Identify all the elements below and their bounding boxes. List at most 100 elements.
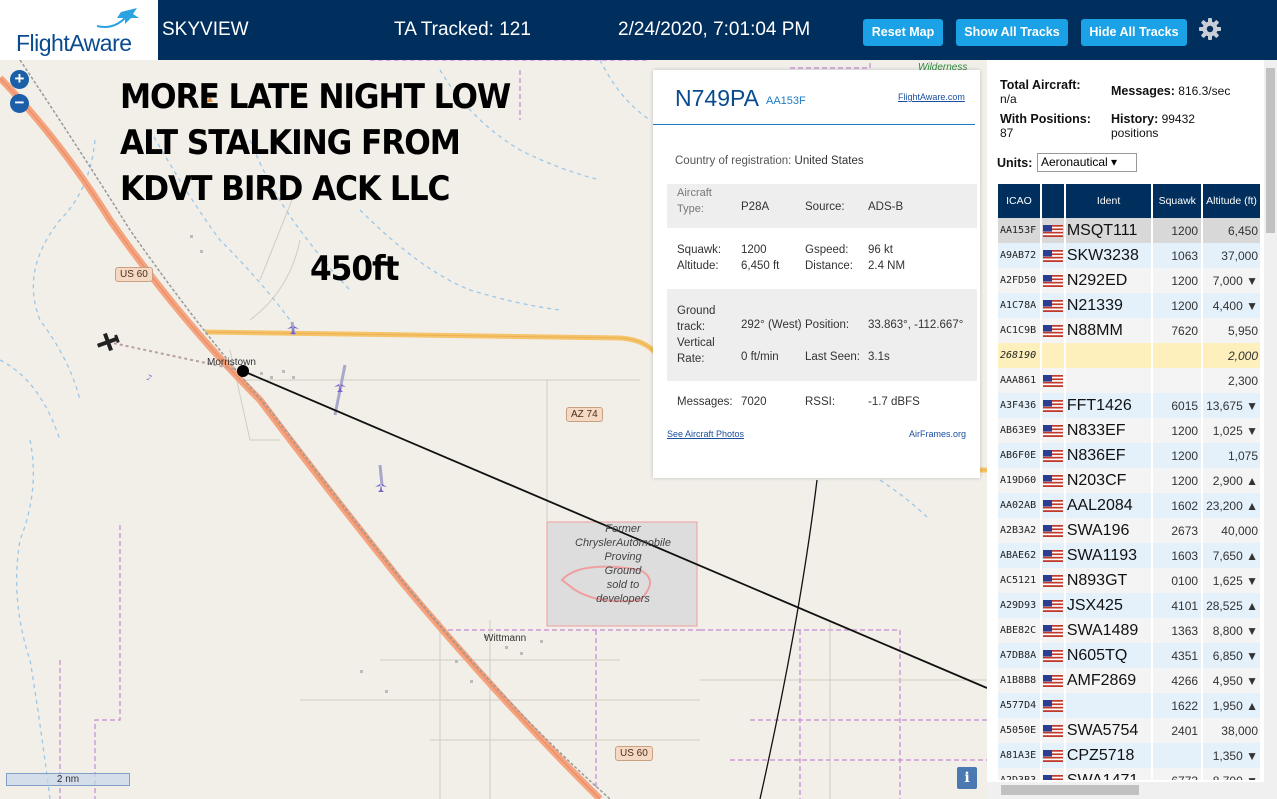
position-label: Position: — [805, 319, 850, 331]
vrate-value: 0 ft/min — [741, 351, 779, 363]
total-aircraft-stat: Total Aircraft: n/a — [1000, 78, 1081, 106]
distance-label: Distance: — [805, 260, 853, 272]
table-row[interactable]: AAA861 2,300 — [998, 368, 1262, 393]
table-row[interactable]: ABE82C SWA1489 1363 8,800 ▼ — [998, 618, 1262, 643]
units-select[interactable]: Aeronautical ▾ — [1037, 153, 1137, 172]
row-icao: A2FD50 — [998, 268, 1042, 293]
aircraft-photos-link[interactable]: See Aircraft Photos — [667, 429, 744, 439]
table-row[interactable]: A2D3B3 SWA147167738,700 ▼ — [998, 768, 1262, 780]
row-ident — [1064, 343, 1154, 368]
table-row[interactable]: AA02AB AAL2084 1602 23,200 ▲ — [998, 493, 1262, 518]
row-flag — [1040, 268, 1066, 293]
col-squawk[interactable]: Squawk — [1152, 184, 1204, 218]
zoom-out-button[interactable]: − — [10, 94, 29, 113]
table-row[interactable]: AB6F0E N836EF 1200 1,075 — [998, 443, 1262, 468]
zoom-in-button[interactable]: + — [10, 70, 29, 89]
table-row[interactable]: A7DB8A N605TQ 4351 6,850 ▼ — [998, 643, 1262, 668]
source-value: ADS-B — [868, 201, 904, 213]
table-row[interactable]: A19D60 N203CF 1200 2,900 ▲ — [998, 468, 1262, 493]
row-squawk: 7620 — [1152, 318, 1204, 343]
top-header: FlightAware SKYVIEW TA Tracked: 121 2/24… — [0, 0, 1277, 60]
col-altitude[interactable]: Altitude (ft) — [1202, 184, 1262, 218]
row-squawk — [1152, 343, 1204, 368]
table-row[interactable]: A2FD50 N292ED 1200 7,000 ▼ — [998, 268, 1262, 293]
row-flag — [1040, 593, 1066, 618]
row-ident: SWA1489 — [1064, 618, 1154, 643]
gear-icon[interactable] — [1198, 17, 1222, 41]
us-flag-icon — [1042, 375, 1063, 388]
row-altitude: 1,950 ▲ — [1202, 693, 1262, 718]
table-row[interactable]: ABAE62 SWA1193 1603 7,650 ▲ — [998, 543, 1262, 568]
annotation-line-3: KDVT BIRD ACK LLC — [120, 169, 451, 209]
flightaware-link[interactable]: FlightAware.com — [898, 92, 965, 102]
table-row[interactable]: AB63E9 N833EF 1200 1,025 ▼ — [998, 418, 1262, 443]
positions-stat: With Positions: 87 — [1000, 112, 1091, 140]
col-ident[interactable]: Ident — [1064, 184, 1154, 218]
table-row[interactable]: A9AB72 SKW3238 1063 37,000 — [998, 243, 1262, 268]
table-row[interactable]: A577D4 1622 1,950 ▲ — [998, 693, 1262, 718]
row-altitude: 8,800 ▼ — [1202, 618, 1262, 643]
row-ident: N21339 — [1064, 293, 1154, 318]
row-ident: MSQT111 — [1064, 218, 1154, 243]
reset-map-button[interactable]: Reset Map — [863, 19, 943, 46]
table-row[interactable]: AC5121 N893GT 0100 1,625 ▼ — [998, 568, 1262, 593]
flightaware-logo[interactable]: FlightAware — [0, 0, 158, 60]
info-button[interactable]: i — [957, 767, 977, 789]
popup-callsign: N749PA — [675, 85, 759, 111]
col-icao[interactable]: ICAO — [998, 184, 1042, 218]
row-ident: AAL2084 — [1064, 493, 1154, 518]
row-squawk — [1152, 743, 1204, 768]
row-flag — [1040, 643, 1066, 668]
row-ident — [1064, 368, 1154, 393]
row-flag — [1040, 318, 1066, 343]
row-icao: A577D4 — [998, 693, 1042, 718]
range-ring — [759, 479, 818, 799]
row-squawk: 1063 — [1152, 243, 1204, 268]
row-ident: AMF2869 — [1064, 668, 1154, 693]
show-all-tracks-button[interactable]: Show All Tracks — [956, 19, 1068, 46]
row-ident — [1064, 693, 1154, 718]
us-flag-icon — [1042, 225, 1063, 238]
row-icao: 268190 — [998, 343, 1042, 368]
row-ident: N605TQ — [1064, 643, 1154, 668]
table-row[interactable]: A81A3E CPZ5718 1,350 ▼ — [998, 743, 1262, 768]
row-squawk: 1603 — [1152, 543, 1204, 568]
row-flag — [1040, 768, 1066, 780]
tracked-aircraft-icon — [96, 332, 120, 352]
us-flag-icon — [1042, 500, 1063, 513]
row-flag — [1040, 568, 1066, 593]
table-row[interactable]: A29D93 JSX425 4101 28,525 ▲ — [998, 593, 1262, 618]
table-row[interactable]: A5050E SWA5754 2401 38,000 — [998, 718, 1262, 743]
table-row[interactable]: 268190 2,000 — [998, 343, 1262, 368]
table-row[interactable]: A1C78A N21339 1200 4,400 ▼ — [998, 293, 1262, 318]
row-flag — [1040, 343, 1066, 368]
site-name: SKYVIEW — [162, 19, 249, 40]
col-flag[interactable] — [1040, 184, 1066, 218]
table-header-row: ICAO Ident Squawk Altitude (ft) — [998, 184, 1262, 218]
table-row[interactable]: AA153F MSQT111 1200 6,450 — [998, 218, 1262, 243]
squawk-value: 1200 — [741, 244, 767, 256]
row-flag — [1040, 718, 1066, 743]
row-squawk: 2673 — [1152, 518, 1204, 543]
row-squawk: 1200 — [1152, 268, 1204, 293]
row-altitude: 5,950 — [1202, 318, 1262, 343]
hide-all-tracks-button[interactable]: Hide All Tracks — [1081, 19, 1187, 46]
proving-ground-label: Former ChryslerAutomobile Proving Ground… — [575, 523, 671, 605]
annotation-line-2: ALT STALKING FROM — [120, 123, 461, 163]
aircraft-sidebar: Total Aircraft: n/a Messages: 816.3/sec W… — [987, 60, 1277, 799]
row-altitude: 6,850 ▼ — [1202, 643, 1262, 668]
popup-icao-link[interactable]: AA153F — [766, 95, 806, 107]
horizontal-scroll-thumb[interactable] — [1001, 785, 1139, 795]
airframes-link[interactable]: AirFrames.org — [909, 429, 966, 439]
altitude-label: Altitude: — [677, 260, 719, 272]
aircraft-table-wrap[interactable]: ICAO Ident Squawk Altitude (ft) AA153F MS… — [998, 184, 1262, 780]
vertical-scroll-thumb[interactable] — [1266, 68, 1275, 233]
brand-name: FlightAware — [16, 30, 132, 56]
row-altitude: 37,000 — [1202, 243, 1262, 268]
table-row[interactable]: AC1C9B N88MM 7620 5,950 — [998, 318, 1262, 343]
row-altitude: 2,900 ▲ — [1202, 468, 1262, 493]
row-altitude: 1,350 ▼ — [1202, 743, 1262, 768]
table-row[interactable]: A2B3A2 SWA196 2673 40,000 — [998, 518, 1262, 543]
table-row[interactable]: A1B8B8 AMF2869 4266 4,950 ▼ — [998, 668, 1262, 693]
table-row[interactable]: A3F436 FFT1426 6015 13,675 ▼ — [998, 393, 1262, 418]
